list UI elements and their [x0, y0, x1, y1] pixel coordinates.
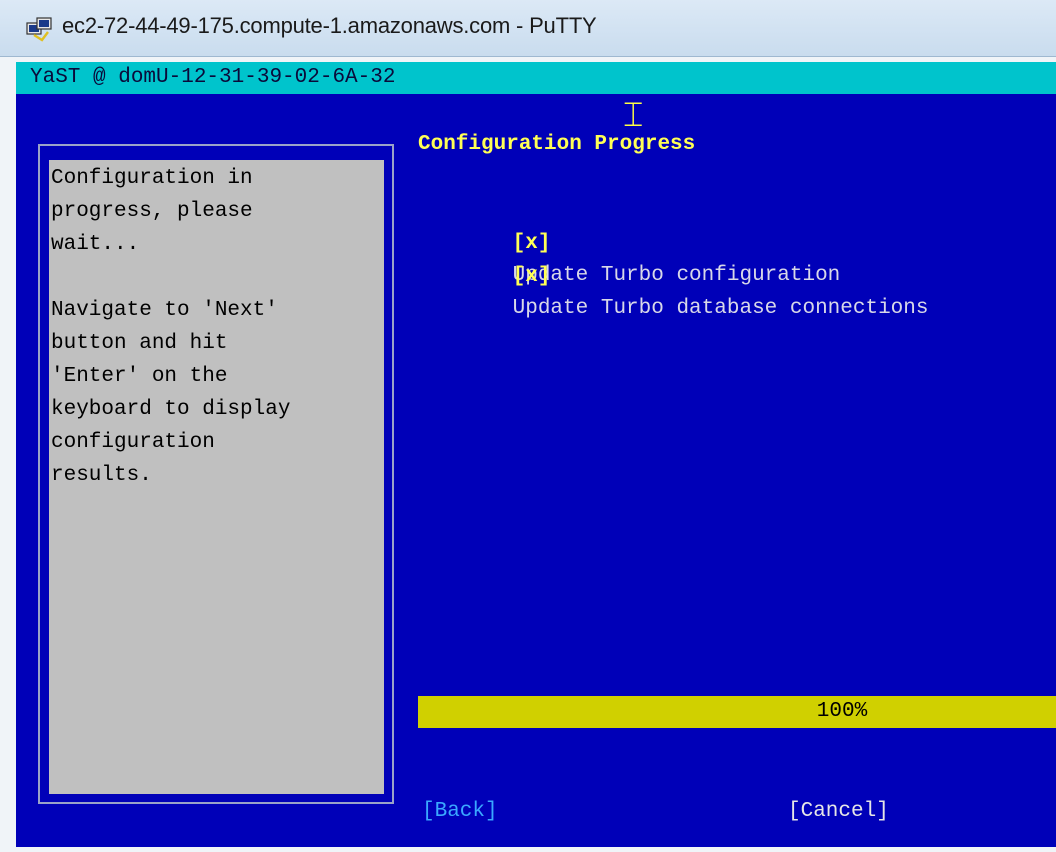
cancel-button[interactable]: [Cancel]	[788, 796, 889, 828]
help-line: 'Enter' on the	[51, 365, 228, 388]
help-line: results.	[51, 464, 152, 487]
window-title: ec2-72-44-49-175.compute-1.amazonaws.com…	[62, 13, 597, 38]
help-line: wait...	[51, 233, 140, 256]
progress-bar: 100%	[418, 696, 1056, 728]
help-line: button and hit	[51, 332, 228, 355]
task-item: [x] Update Turbo database connections	[437, 229, 929, 357]
window-titlebar[interactable]: ec2-72-44-49-175.compute-1.amazonaws.com…	[0, 0, 1056, 57]
host-bar: YaST @ domU-12-31-39-02-6A-32	[16, 62, 1056, 94]
putty-icon	[26, 17, 52, 42]
help-panel: Configuration in progress, please wait..…	[49, 160, 384, 794]
task-checkbox: [x]	[512, 265, 551, 288]
putty-window: ec2-72-44-49-175.compute-1.amazonaws.com…	[0, 0, 1056, 852]
progress-label: 100%	[816, 700, 868, 723]
task-label: Update Turbo database connections	[512, 297, 929, 320]
help-line: Navigate to 'Next'	[51, 299, 278, 322]
help-line: progress, please	[51, 200, 253, 223]
help-line: keyboard to display	[51, 398, 291, 421]
page-title: Configuration Progress	[418, 133, 696, 156]
back-button[interactable]: [Back]	[422, 796, 498, 828]
help-line: configuration	[51, 431, 215, 454]
terminal-area[interactable]: YaST @ domU-12-31-39-02-6A-32 ⌶ Configur…	[16, 62, 1056, 847]
help-line: Configuration in	[51, 167, 253, 190]
text-cursor-icon: ⌶	[623, 95, 644, 135]
